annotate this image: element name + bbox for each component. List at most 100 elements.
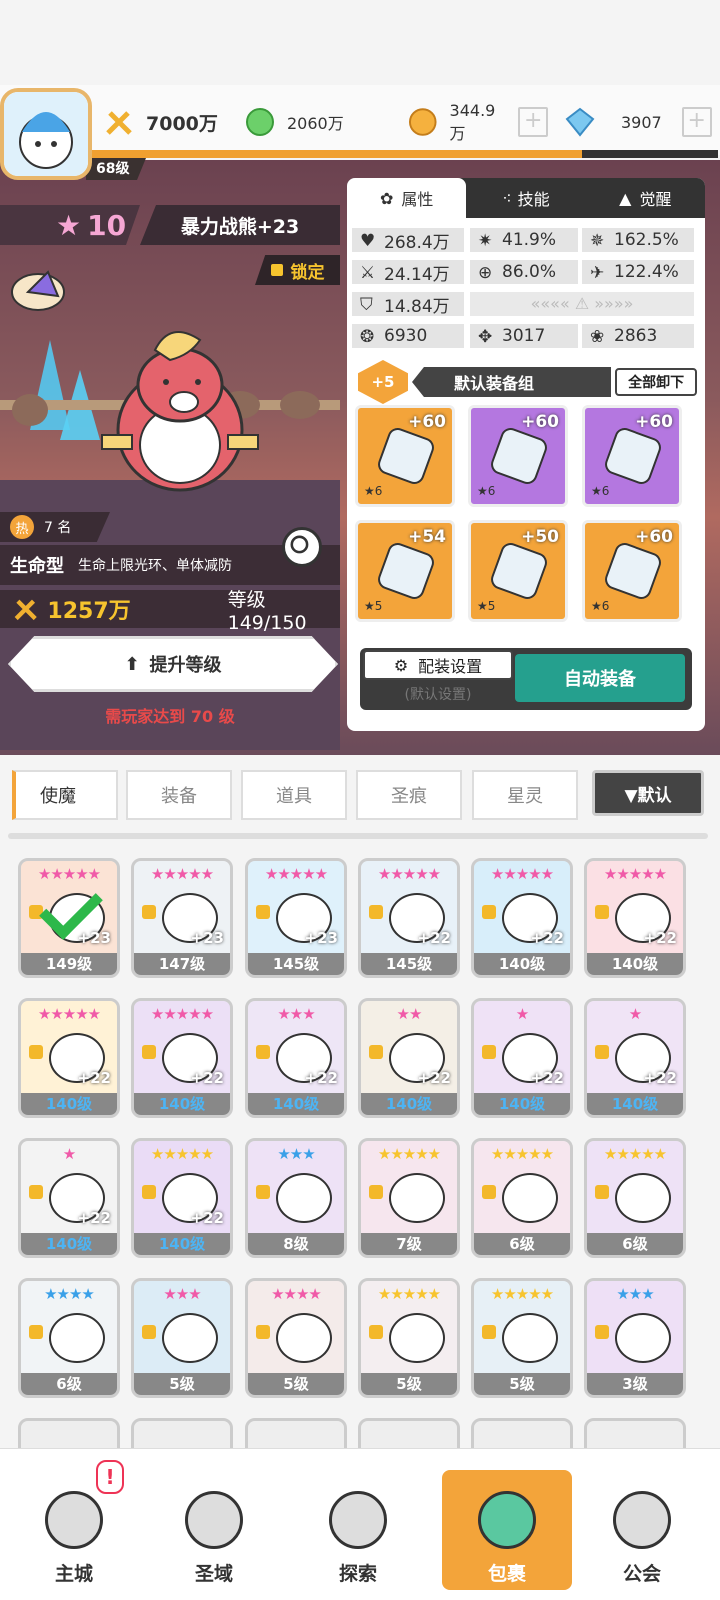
stat-atk-value: 24.14万 [384, 264, 450, 285]
gold-currency: 344.9万 + [408, 100, 548, 144]
unload-all-button[interactable]: 全部卸下 [615, 368, 697, 396]
swap-icon[interactable] [282, 527, 322, 567]
nav-bag[interactable]: 包裹 [442, 1470, 572, 1590]
pet-level: 140级 [474, 953, 570, 975]
pet-card[interactable]: ★★★★★ 6级 [471, 1138, 573, 1258]
pet-card[interactable]: ★★★★★ +22 140级 [584, 858, 686, 978]
pet-card[interactable]: ★★★★★ 6级 [584, 1138, 686, 1258]
green-orb-icon [246, 108, 274, 136]
upgrade-level-button[interactable]: ⬆ 提升等级 [8, 636, 338, 692]
tab-stigma[interactable]: 圣痕 [356, 770, 462, 820]
pet-card[interactable]: ★★★★★ +22 145级 [358, 858, 460, 978]
equip-set-name[interactable]: 默认装备组 [412, 367, 612, 397]
nav-guild[interactable]: 公会 [592, 1470, 692, 1590]
equipment-slot[interactable]: +60 ★6 [355, 405, 455, 507]
pet-card[interactable]: ★★★★ 6级 [18, 1278, 120, 1398]
stat-crit-damage: ✵ 162.5% [582, 228, 694, 252]
nav-explore-label: 探索 [338, 1563, 377, 1585]
pet-card[interactable]: ★★★★★ 7级 [358, 1138, 460, 1258]
lock-icon [142, 1325, 156, 1339]
add-gem-button[interactable]: + [681, 107, 712, 137]
lock-icon [29, 1045, 43, 1059]
hot-icon: 热 [10, 515, 34, 539]
pet-card[interactable]: ★ +22 140级 [471, 998, 573, 1118]
pet-card[interactable]: ★★★★★ +22 140级 [471, 858, 573, 978]
pet-level: 5级 [248, 1373, 344, 1395]
popularity-rank[interactable]: 热 7 名 [0, 512, 110, 542]
pet-card[interactable]: ★★★★★ +22 140级 [131, 998, 233, 1118]
pet-stars: ★★★★★ [490, 865, 554, 883]
equipment-bonus: +50 [521, 527, 559, 547]
tab-skills[interactable]: ⁖ 技能 [466, 178, 585, 218]
pet-card[interactable]: ★★★ 3级 [584, 1278, 686, 1398]
lock-icon [29, 1185, 43, 1199]
pet-card[interactable]: ★★★★★ +23 145级 [245, 858, 347, 978]
equipment-bonus: +54 [408, 527, 446, 547]
pet-card[interactable]: ★★★ 5级 [131, 1278, 233, 1398]
pet-stars: ★★★★★ [37, 1005, 101, 1023]
config-button[interactable]: ⚙ 配装设置 [363, 650, 513, 680]
equip-set-label: 默认装备组 [454, 374, 535, 393]
power-value: 7000万 [146, 112, 218, 135]
lock-icon [369, 905, 383, 919]
lock-icon [142, 1045, 156, 1059]
pet-card[interactable]: ★ +22 140级 [584, 998, 686, 1118]
lock-icon [270, 264, 283, 276]
bag-icon [478, 1491, 536, 1549]
pet-card[interactable]: ★★ +22 140级 [358, 998, 460, 1118]
player-avatar[interactable] [0, 88, 92, 180]
lock-icon [482, 1325, 496, 1339]
swirl-icon: ❂ [360, 327, 375, 347]
stat-hit: ⊕ 86.0% [470, 260, 578, 284]
lock-button[interactable]: 锁定 [255, 255, 340, 285]
pet-plus: +23 [190, 929, 224, 947]
equipment-star: ★6 [591, 484, 610, 498]
tab-spirits[interactable]: 星灵 [472, 770, 578, 820]
star-count: 10 [87, 208, 127, 242]
nav-main-city-label: 主城 [54, 1563, 93, 1585]
tab-attributes[interactable]: ✿ 属性 [347, 178, 467, 218]
pet-card[interactable]: ★★★ 8级 [245, 1138, 347, 1258]
gold-currency-value: 344.9万 [449, 100, 496, 143]
equipment-slot[interactable]: +60 ★6 [582, 520, 682, 622]
nav-sanctuary[interactable]: 圣域 [164, 1470, 264, 1590]
star-rating: ★ 10 [0, 205, 140, 245]
pet-face [162, 1313, 218, 1363]
equipment-bonus: +60 [635, 412, 673, 432]
lock-icon [256, 1045, 270, 1059]
lock-icon [482, 1185, 496, 1199]
equipment-slot[interactable]: +60 ★6 [582, 405, 682, 507]
tab-pets[interactable]: 使魔 [12, 770, 118, 820]
tab-equipment[interactable]: 装备 [126, 770, 232, 820]
pet-card[interactable]: ★ +22 140级 [18, 1138, 120, 1258]
equipment-slot[interactable]: +54 ★5 [355, 520, 455, 622]
add-gold-button[interactable]: + [518, 107, 548, 137]
upgrade-label: 提升等级 [149, 655, 222, 676]
pet-plus: +22 [530, 929, 564, 947]
pet-card[interactable]: ★★★★★ 5级 [471, 1278, 573, 1398]
tab-awaken[interactable]: ▲ 觉醒 [586, 178, 705, 218]
equipment-slot[interactable]: +50 ★5 [468, 520, 568, 622]
pet-stars: ★★★★★ [490, 1145, 554, 1163]
guild-helmet-icon [613, 1491, 671, 1549]
necklace-icon [488, 540, 550, 602]
pet-plus: +22 [417, 929, 451, 947]
pet-card[interactable]: ★★★★★ +22 140级 [18, 998, 120, 1118]
scroll-indicator[interactable] [8, 833, 708, 839]
pet-card[interactable]: ★★★★ 5级 [245, 1278, 347, 1398]
equipment-star: ★6 [591, 599, 610, 613]
pet-card[interactable]: ★★★★★ +22 140级 [131, 1138, 233, 1258]
nav-explore[interactable]: 探索 [308, 1470, 408, 1590]
auto-equip-button[interactable]: 自动装备 [515, 654, 685, 702]
pet-card[interactable]: ★★★★★ +23 149级 [18, 858, 120, 978]
pet-level: 140级 [361, 1093, 457, 1115]
pet-card[interactable]: ★★★★★ 5级 [358, 1278, 460, 1398]
pet-card[interactable]: ★★★ +22 140级 [245, 998, 347, 1118]
lock-icon [369, 1045, 383, 1059]
equipment-slot[interactable]: +60 ★6 [468, 405, 568, 507]
pet-card[interactable]: ★★★★★ +23 147级 [131, 858, 233, 978]
tab-items[interactable]: 道具 [241, 770, 347, 820]
stat-hp-value: 268.4万 [384, 232, 450, 253]
sort-button[interactable]: ▼默认 [592, 770, 704, 816]
pet-stars: ★★ [396, 1005, 423, 1023]
